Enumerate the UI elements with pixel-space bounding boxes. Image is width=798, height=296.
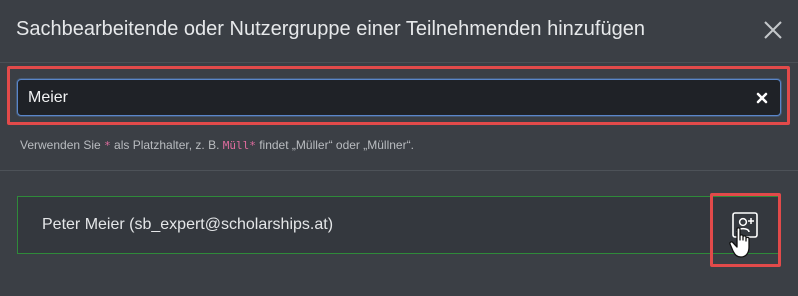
search-field	[17, 79, 781, 116]
clear-icon[interactable]	[754, 90, 770, 106]
search-hint: Verwenden Sie * als Platzhalter, z. B. M…	[20, 138, 414, 152]
add-participant-dialog: Sachbearbeitende oder Nutzergruppe einer…	[0, 0, 798, 296]
hint-example: Müll*	[222, 139, 256, 152]
hint-text-1: Verwenden Sie	[20, 138, 105, 152]
result-row[interactable]: Peter Meier (sb_expert@scholarships.at)	[17, 196, 781, 254]
dialog-header: Sachbearbeitende oder Nutzergruppe einer…	[0, 0, 798, 63]
search-input[interactable]	[28, 85, 728, 111]
hint-text-2: als Platzhalter, z. B.	[110, 138, 223, 152]
hint-wildcard: *	[104, 139, 111, 152]
section-divider	[0, 170, 798, 171]
close-icon[interactable]	[760, 17, 786, 43]
dialog-title: Sachbearbeitende oder Nutzergruppe einer…	[16, 18, 645, 40]
add-user-icon[interactable]	[732, 212, 758, 238]
result-label: Peter Meier (sb_expert@scholarships.at)	[42, 216, 334, 233]
hint-text-3: findet „Müller“ oder „Müllner“.	[255, 138, 414, 152]
